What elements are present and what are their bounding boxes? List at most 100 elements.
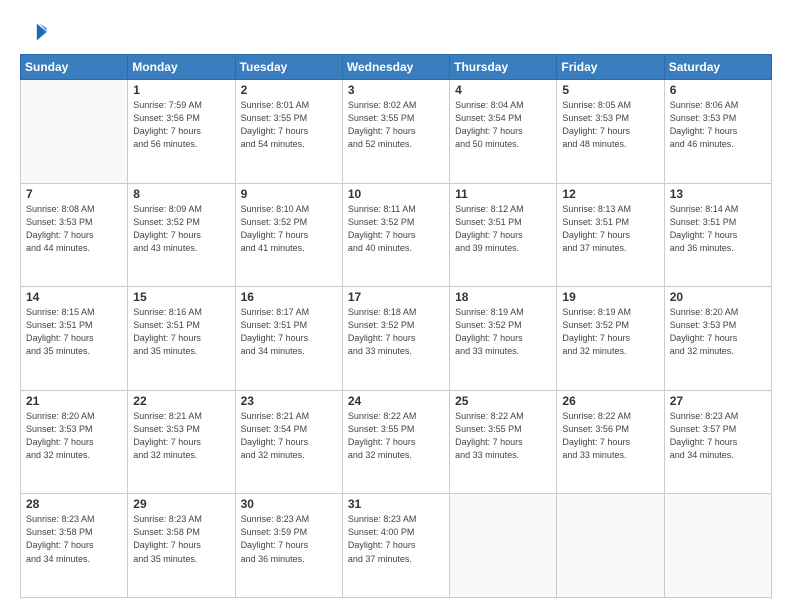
day-info: Sunrise: 8:13 AM Sunset: 3:51 PM Dayligh… xyxy=(562,203,658,255)
calendar-cell: 14 Sunrise: 8:15 AM Sunset: 3:51 PM Dayli… xyxy=(21,287,128,391)
calendar-cell: 5 Sunrise: 8:05 AM Sunset: 3:53 PM Daylig… xyxy=(557,80,664,184)
calendar-cell: 6 Sunrise: 8:06 AM Sunset: 3:53 PM Daylig… xyxy=(664,80,771,184)
day-header-wednesday: Wednesday xyxy=(342,55,449,80)
day-number: 27 xyxy=(670,394,766,408)
calendar-table: SundayMondayTuesdayWednesdayThursdayFrid… xyxy=(20,54,772,598)
day-number: 14 xyxy=(26,290,122,304)
calendar-cell: 27 Sunrise: 8:23 AM Sunset: 3:57 PM Dayli… xyxy=(664,390,771,494)
day-number: 30 xyxy=(241,497,337,511)
calendar-cell: 15 Sunrise: 8:16 AM Sunset: 3:51 PM Dayli… xyxy=(128,287,235,391)
page: SundayMondayTuesdayWednesdayThursdayFrid… xyxy=(0,0,792,612)
calendar-cell: 30 Sunrise: 8:23 AM Sunset: 3:59 PM Dayli… xyxy=(235,494,342,598)
day-info: Sunrise: 8:08 AM Sunset: 3:53 PM Dayligh… xyxy=(26,203,122,255)
calendar-cell: 21 Sunrise: 8:20 AM Sunset: 3:53 PM Dayli… xyxy=(21,390,128,494)
day-header-sunday: Sunday xyxy=(21,55,128,80)
day-info: Sunrise: 8:23 AM Sunset: 3:58 PM Dayligh… xyxy=(26,513,122,565)
day-info: Sunrise: 8:22 AM Sunset: 3:55 PM Dayligh… xyxy=(348,410,444,462)
day-number: 28 xyxy=(26,497,122,511)
day-number: 1 xyxy=(133,83,229,97)
calendar-cell: 13Sunrise: 8:14 AM Sunset: 3:51 PM Dayli… xyxy=(664,183,771,287)
day-number: 3 xyxy=(348,83,444,97)
day-info: Sunrise: 8:19 AM Sunset: 3:52 PM Dayligh… xyxy=(455,306,551,358)
calendar-cell: 26 Sunrise: 8:22 AM Sunset: 3:56 PM Dayli… xyxy=(557,390,664,494)
day-number: 26 xyxy=(562,394,658,408)
day-number: 24 xyxy=(348,394,444,408)
day-info: Sunrise: 8:02 AM Sunset: 3:55 PM Dayligh… xyxy=(348,99,444,151)
day-info: Sunrise: 8:23 AM Sunset: 4:00 PM Dayligh… xyxy=(348,513,444,565)
week-row-1: 1Sunrise: 7:59 AM Sunset: 3:56 PM Daylig… xyxy=(21,80,772,184)
day-info: Sunrise: 8:17 AM Sunset: 3:51 PM Dayligh… xyxy=(241,306,337,358)
calendar-cell: 18Sunrise: 8:19 AM Sunset: 3:52 PM Dayli… xyxy=(450,287,557,391)
calendar-cell: 22 Sunrise: 8:21 AM Sunset: 3:53 PM Dayli… xyxy=(128,390,235,494)
day-number: 21 xyxy=(26,394,122,408)
day-number: 20 xyxy=(670,290,766,304)
calendar-cell: 10 Sunrise: 8:11 AM Sunset: 3:52 PM Dayli… xyxy=(342,183,449,287)
day-info: Sunrise: 8:12 AM Sunset: 3:51 PM Dayligh… xyxy=(455,203,551,255)
calendar-cell: 1Sunrise: 7:59 AM Sunset: 3:56 PM Daylig… xyxy=(128,80,235,184)
day-number: 7 xyxy=(26,187,122,201)
calendar-cell: 16 Sunrise: 8:17 AM Sunset: 3:51 PM Dayli… xyxy=(235,287,342,391)
calendar-cell: 12 Sunrise: 8:13 AM Sunset: 3:51 PM Dayli… xyxy=(557,183,664,287)
week-row-5: 28 Sunrise: 8:23 AM Sunset: 3:58 PM Dayli… xyxy=(21,494,772,598)
day-number: 22 xyxy=(133,394,229,408)
day-number: 17 xyxy=(348,290,444,304)
day-info: Sunrise: 8:20 AM Sunset: 3:53 PM Dayligh… xyxy=(26,410,122,462)
day-number: 31 xyxy=(348,497,444,511)
day-info: Sunrise: 8:15 AM Sunset: 3:51 PM Dayligh… xyxy=(26,306,122,358)
header-row: SundayMondayTuesdayWednesdayThursdayFrid… xyxy=(21,55,772,80)
day-info: Sunrise: 8:19 AM Sunset: 3:52 PM Dayligh… xyxy=(562,306,658,358)
day-info: Sunrise: 8:10 AM Sunset: 3:52 PM Dayligh… xyxy=(241,203,337,255)
day-info: Sunrise: 8:23 AM Sunset: 3:59 PM Dayligh… xyxy=(241,513,337,565)
day-number: 19 xyxy=(562,290,658,304)
calendar-cell: 3 Sunrise: 8:02 AM Sunset: 3:55 PM Daylig… xyxy=(342,80,449,184)
day-info: Sunrise: 8:11 AM Sunset: 3:52 PM Dayligh… xyxy=(348,203,444,255)
day-number: 11 xyxy=(455,187,551,201)
calendar-cell: 8Sunrise: 8:09 AM Sunset: 3:52 PM Daylig… xyxy=(128,183,235,287)
day-header-saturday: Saturday xyxy=(664,55,771,80)
calendar-cell: 2 Sunrise: 8:01 AM Sunset: 3:55 PM Daylig… xyxy=(235,80,342,184)
day-number: 5 xyxy=(562,83,658,97)
day-number: 12 xyxy=(562,187,658,201)
header xyxy=(20,18,772,46)
day-info: Sunrise: 8:21 AM Sunset: 3:54 PM Dayligh… xyxy=(241,410,337,462)
calendar-cell: 19 Sunrise: 8:19 AM Sunset: 3:52 PM Dayli… xyxy=(557,287,664,391)
week-row-3: 14 Sunrise: 8:15 AM Sunset: 3:51 PM Dayli… xyxy=(21,287,772,391)
day-number: 6 xyxy=(670,83,766,97)
day-number: 23 xyxy=(241,394,337,408)
day-number: 15 xyxy=(133,290,229,304)
day-info: Sunrise: 8:23 AM Sunset: 3:57 PM Dayligh… xyxy=(670,410,766,462)
day-info: Sunrise: 8:09 AM Sunset: 3:52 PM Dayligh… xyxy=(133,203,229,255)
day-info: Sunrise: 8:14 AM Sunset: 3:51 PM Dayligh… xyxy=(670,203,766,255)
day-info: Sunrise: 8:04 AM Sunset: 3:54 PM Dayligh… xyxy=(455,99,551,151)
calendar-cell: 24 Sunrise: 8:22 AM Sunset: 3:55 PM Dayli… xyxy=(342,390,449,494)
day-header-monday: Monday xyxy=(128,55,235,80)
day-info: Sunrise: 8:18 AM Sunset: 3:52 PM Dayligh… xyxy=(348,306,444,358)
day-header-tuesday: Tuesday xyxy=(235,55,342,80)
day-info: Sunrise: 8:16 AM Sunset: 3:51 PM Dayligh… xyxy=(133,306,229,358)
day-number: 9 xyxy=(241,187,337,201)
calendar-cell: 23 Sunrise: 8:21 AM Sunset: 3:54 PM Dayli… xyxy=(235,390,342,494)
calendar-cell: 28 Sunrise: 8:23 AM Sunset: 3:58 PM Dayli… xyxy=(21,494,128,598)
calendar-cell: 9 Sunrise: 8:10 AM Sunset: 3:52 PM Daylig… xyxy=(235,183,342,287)
day-number: 25 xyxy=(455,394,551,408)
day-info: Sunrise: 8:21 AM Sunset: 3:53 PM Dayligh… xyxy=(133,410,229,462)
day-info: Sunrise: 8:01 AM Sunset: 3:55 PM Dayligh… xyxy=(241,99,337,151)
calendar-cell xyxy=(664,494,771,598)
calendar-cell: 31 Sunrise: 8:23 AM Sunset: 4:00 PM Dayli… xyxy=(342,494,449,598)
calendar-cell: 29 Sunrise: 8:23 AM Sunset: 3:58 PM Dayli… xyxy=(128,494,235,598)
calendar-cell: 17 Sunrise: 8:18 AM Sunset: 3:52 PM Dayli… xyxy=(342,287,449,391)
day-number: 16 xyxy=(241,290,337,304)
day-header-thursday: Thursday xyxy=(450,55,557,80)
week-row-4: 21 Sunrise: 8:20 AM Sunset: 3:53 PM Dayli… xyxy=(21,390,772,494)
calendar-cell: 20Sunrise: 8:20 AM Sunset: 3:53 PM Dayli… xyxy=(664,287,771,391)
day-info: Sunrise: 8:23 AM Sunset: 3:58 PM Dayligh… xyxy=(133,513,229,565)
calendar-cell: 7 Sunrise: 8:08 AM Sunset: 3:53 PM Daylig… xyxy=(21,183,128,287)
day-info: Sunrise: 8:22 AM Sunset: 3:56 PM Dayligh… xyxy=(562,410,658,462)
day-info: Sunrise: 8:06 AM Sunset: 3:53 PM Dayligh… xyxy=(670,99,766,151)
day-number: 2 xyxy=(241,83,337,97)
day-info: Sunrise: 8:05 AM Sunset: 3:53 PM Dayligh… xyxy=(562,99,658,151)
day-number: 10 xyxy=(348,187,444,201)
calendar-cell xyxy=(450,494,557,598)
day-info: Sunrise: 8:22 AM Sunset: 3:55 PM Dayligh… xyxy=(455,410,551,462)
day-number: 29 xyxy=(133,497,229,511)
